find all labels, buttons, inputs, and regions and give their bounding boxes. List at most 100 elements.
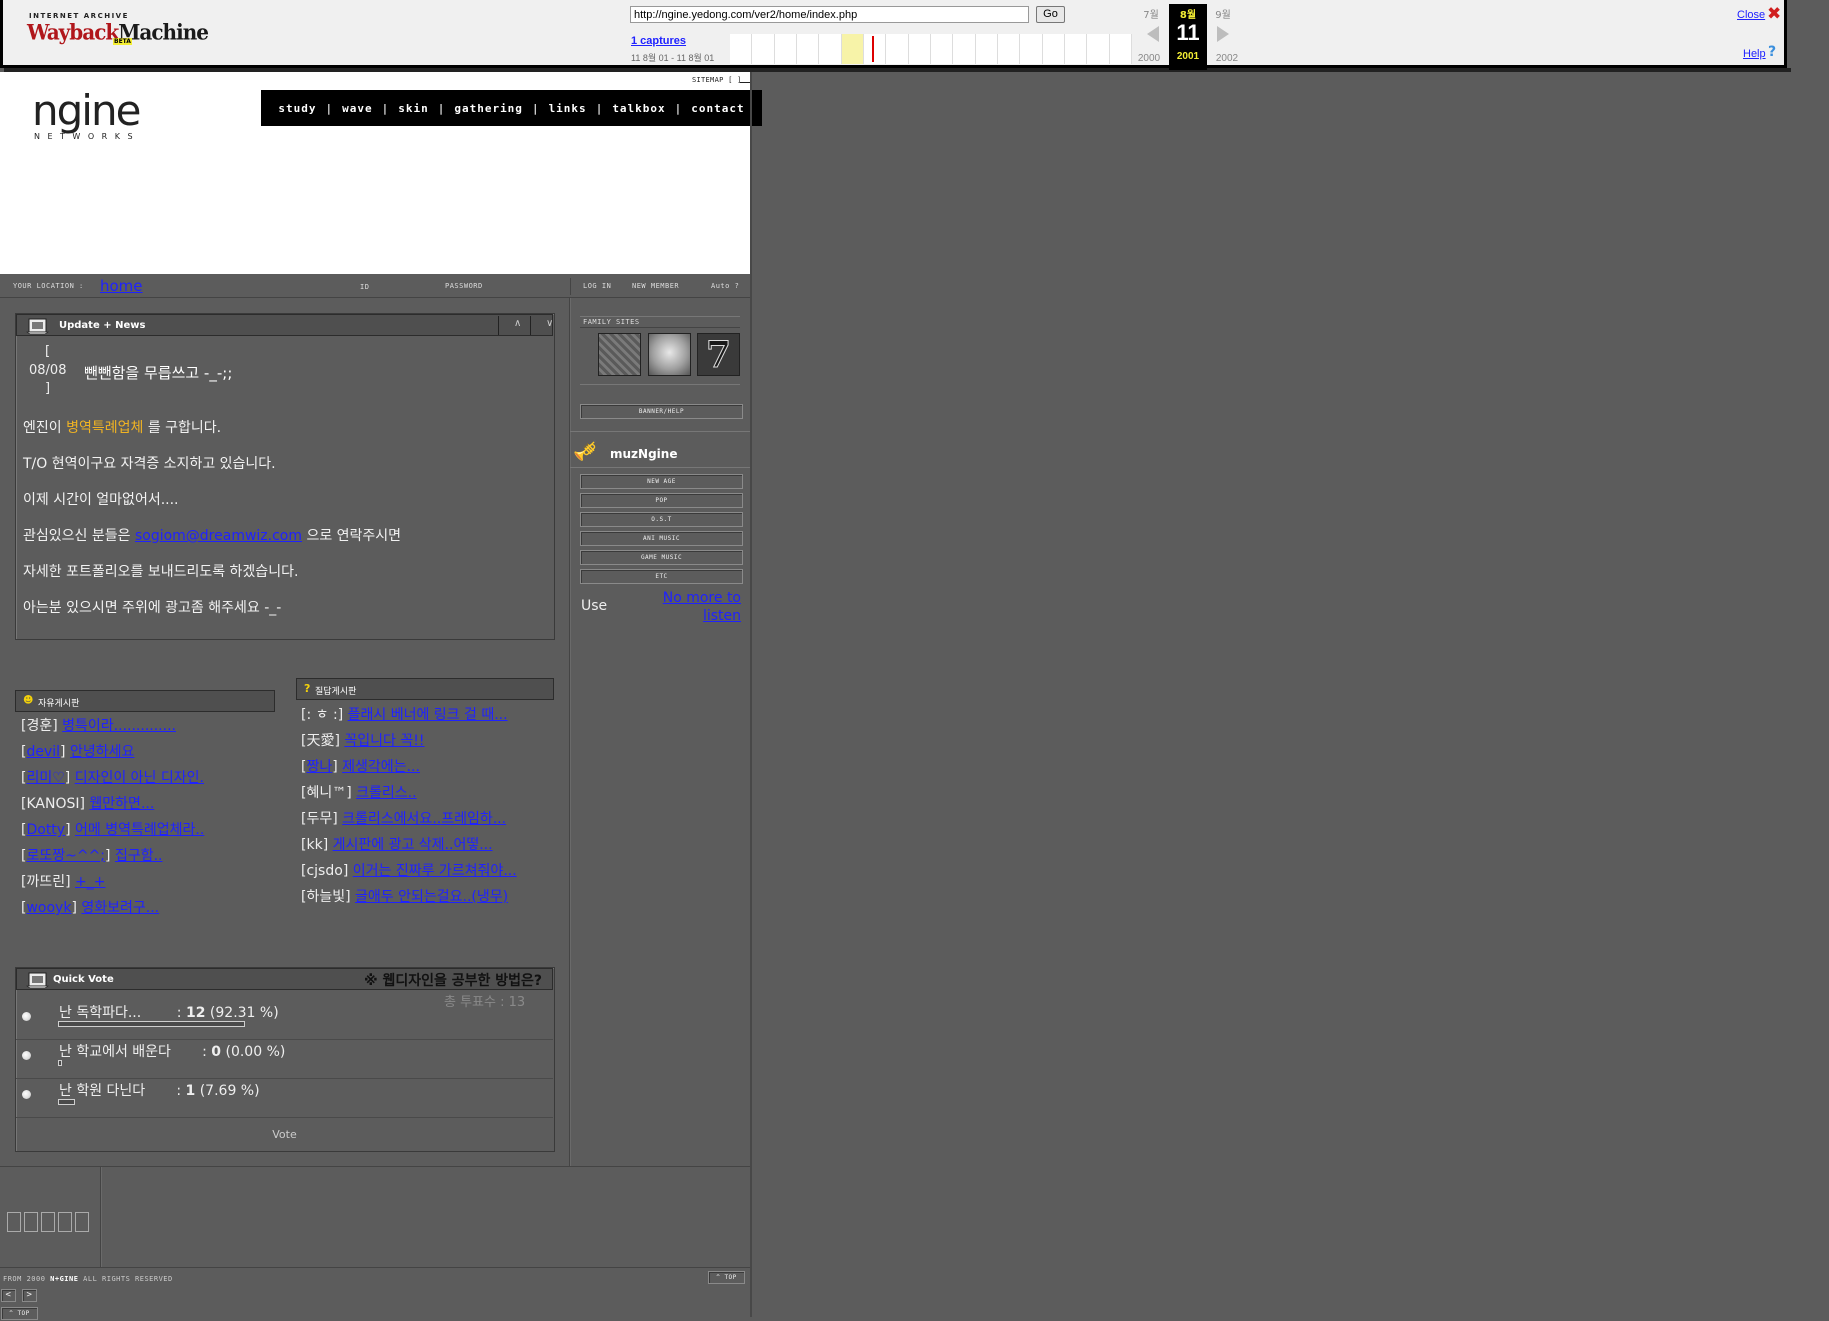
list-item-title[interactable]: 크롤리스.. bbox=[356, 785, 416, 801]
url-input[interactable]: http://ngine.yedong.com/ver2/home/index.… bbox=[630, 6, 1029, 23]
list-item-title[interactable]: 집구함.. bbox=[115, 848, 163, 864]
close-icon[interactable]: ✖ bbox=[1767, 4, 1781, 24]
id-field[interactable] bbox=[372, 279, 442, 293]
vote-bar bbox=[58, 1099, 75, 1105]
next-month-label[interactable]: 9월 bbox=[1203, 6, 1243, 21]
genre-new-age[interactable]: NEW AGE bbox=[580, 474, 743, 489]
vote-radio[interactable] bbox=[22, 1051, 31, 1060]
qa-board-title[interactable]: 질답게시판 bbox=[315, 684, 356, 697]
capture-marker bbox=[872, 36, 874, 62]
list-item-title[interactable]: 어메 병역특례업체라.. bbox=[75, 822, 204, 838]
captures-link[interactable]: 1 captures bbox=[631, 35, 686, 47]
list-item-title[interactable]: 꼭입니다 꼭!! bbox=[344, 733, 424, 749]
list-item-title[interactable]: 크롤리스에서요..프레임하... bbox=[342, 811, 506, 827]
close-link[interactable]: Close bbox=[1737, 9, 1765, 21]
vote-radio[interactable] bbox=[22, 1012, 31, 1021]
nav-contact[interactable]: contact bbox=[691, 102, 744, 115]
family-site-2[interactable] bbox=[648, 333, 691, 376]
list-item-title[interactable]: 디자인이 아닌 디자인. bbox=[75, 770, 204, 786]
list-item-author[interactable]: 리미♡ bbox=[26, 770, 64, 786]
new-member-button[interactable]: NEW MEMBER bbox=[632, 282, 679, 290]
vote-radio[interactable] bbox=[22, 1090, 31, 1099]
prev-year-label[interactable]: 2000 bbox=[1129, 53, 1169, 64]
next-year-label[interactable]: 2002 bbox=[1207, 53, 1247, 64]
list-item-author: KANOSI bbox=[26, 796, 80, 812]
nav-talkbox[interactable]: talkbox bbox=[612, 102, 665, 115]
news-line-1: 엔진이 병역특례업체 를 구합니다. bbox=[23, 417, 221, 437]
list-item-author[interactable]: Dotty bbox=[26, 822, 65, 838]
genre-pop[interactable]: POP bbox=[580, 493, 743, 508]
genre-ost[interactable]: O.S.T bbox=[580, 512, 743, 527]
login-button[interactable]: LOG IN bbox=[583, 282, 611, 290]
go-button[interactable]: Go bbox=[1036, 6, 1065, 23]
genre-etc[interactable]: ETC bbox=[580, 569, 743, 584]
list-item-title[interactable]: +_+ bbox=[75, 874, 105, 890]
banner-help-button[interactable]: BANNER/HELP bbox=[580, 404, 743, 419]
list-item-title[interactable]: 안녕하세요 bbox=[70, 744, 134, 760]
free-board-list: [경훈] 병특이라.............. [devil] 안녕하세요 [리미♡… bbox=[21, 715, 204, 923]
genre-game-music[interactable]: GAME MUSIC bbox=[580, 550, 743, 565]
list-item-title[interactable]: 플래시 베너에 링크 걸 때... bbox=[348, 707, 508, 723]
list-item-author: 혜니™ bbox=[306, 785, 347, 801]
password-field[interactable] bbox=[500, 279, 570, 293]
nav-wave[interactable]: wave bbox=[342, 102, 373, 115]
list-item: [devil] 안녕하세요 bbox=[21, 741, 204, 767]
news-headline[interactable]: 뺀뺀함을 무릅쓰고 -_-;; bbox=[84, 362, 232, 383]
vote-option-text: 난 학원 다닌다 : 1 (7.69 %) bbox=[59, 1083, 260, 1099]
news-line-2: T/O 현역이구요 자격증 소지하고 있습니다. bbox=[23, 456, 276, 472]
list-item-title[interactable]: 이거는 진짜루 가르쳐줘야... bbox=[353, 863, 517, 879]
family-site-1[interactable] bbox=[598, 333, 641, 376]
list-item-title[interactable]: 게시판에 광고 삭제..어떻... bbox=[333, 837, 493, 853]
top-button[interactable]: ^ TOP bbox=[708, 1271, 745, 1284]
prev-month-label[interactable]: 7월 bbox=[1131, 6, 1171, 21]
slot[interactable] bbox=[24, 1212, 38, 1232]
list-item-title[interactable]: 웹만하면... bbox=[89, 796, 154, 812]
next-arrow-icon[interactable] bbox=[1217, 26, 1229, 42]
help-link[interactable]: Help bbox=[1743, 48, 1766, 60]
list-item-title[interactable]: 제생각에는... bbox=[342, 759, 420, 775]
list-item-author[interactable]: 로또짱~^^; bbox=[26, 848, 105, 864]
vote-option-label: 난 독학파다... bbox=[59, 1005, 142, 1021]
breadcrumb-home[interactable]: home bbox=[100, 277, 143, 295]
list-item-author[interactable]: 짱나 bbox=[306, 759, 332, 775]
no-more-link[interactable]: No more to listen bbox=[640, 589, 741, 625]
nav-gathering[interactable]: gathering bbox=[454, 102, 523, 115]
top-button-2[interactable]: ^ TOP bbox=[1, 1307, 38, 1320]
sitemap-link[interactable]: SITEMAP [ ] bbox=[692, 76, 742, 84]
bracket: ] bbox=[65, 874, 76, 890]
next-button[interactable]: > bbox=[22, 1289, 37, 1302]
divider bbox=[580, 384, 740, 385]
slot[interactable] bbox=[75, 1212, 89, 1232]
slot[interactable] bbox=[58, 1212, 72, 1232]
slot[interactable] bbox=[7, 1212, 21, 1232]
email-link[interactable]: sogiom@dreamwiz.com bbox=[135, 528, 302, 544]
list-item-author[interactable]: devil bbox=[26, 744, 60, 760]
slot[interactable] bbox=[41, 1212, 55, 1232]
bracket: ] bbox=[65, 822, 75, 838]
list-item-title[interactable]: 병특이라.............. bbox=[62, 718, 176, 734]
scroll-down-button[interactable]: ∨ bbox=[546, 318, 553, 329]
list-item-title[interactable]: 영화보려구... bbox=[81, 900, 159, 916]
list-item: [天愛] 꼭입니다 꼭!! bbox=[301, 729, 556, 755]
list-item-title[interactable]: 글애두 안되는걸요..(냉무) bbox=[355, 889, 508, 905]
genre-ani-music[interactable]: ANI MUSIC bbox=[580, 531, 743, 546]
auto-login-toggle[interactable]: Auto ? bbox=[711, 282, 739, 290]
nav-study[interactable]: study bbox=[278, 102, 316, 115]
family-site-3[interactable]: 7 bbox=[697, 333, 740, 377]
capture-sparkline[interactable] bbox=[730, 34, 1132, 64]
main-nav: study | wave | skin | gathering | links | tal… bbox=[261, 90, 762, 126]
nav-skin[interactable]: skin bbox=[398, 102, 429, 115]
password-label: PASSWORD bbox=[445, 282, 483, 290]
help-icon[interactable]: ? bbox=[1768, 44, 1776, 60]
list-item-author[interactable]: wooyk bbox=[26, 900, 71, 916]
free-board-title[interactable]: 자유게시판 bbox=[38, 696, 79, 709]
site-logo[interactable]: ngine bbox=[32, 86, 141, 135]
prev-arrow-icon[interactable] bbox=[1147, 26, 1159, 42]
id-label: ID bbox=[360, 283, 370, 291]
list-item: [두무] 크롤리스에서요..프레임하... bbox=[301, 807, 556, 833]
nav-links[interactable]: links bbox=[549, 102, 587, 115]
column-divider bbox=[569, 298, 571, 1166]
scroll-up-button[interactable]: ∧ bbox=[514, 318, 521, 329]
vote-button[interactable]: Vote bbox=[16, 1128, 553, 1141]
prev-button[interactable]: < bbox=[1, 1289, 16, 1302]
